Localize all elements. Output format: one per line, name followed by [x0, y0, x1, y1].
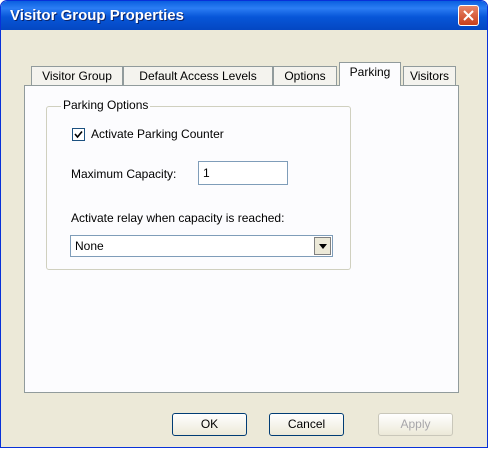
activate-parking-counter-label[interactable]: Activate Parking Counter	[91, 127, 224, 141]
tab-visitor-group[interactable]: Visitor Group	[31, 66, 123, 85]
maximum-capacity-input[interactable]: 1	[198, 161, 288, 185]
tab-visitors[interactable]: Visitors	[403, 66, 456, 85]
maximum-capacity-label: Maximum Capacity:	[71, 167, 177, 181]
title-bar[interactable]: Visitor Group Properties	[1, 1, 487, 30]
close-icon	[463, 10, 474, 21]
ok-button[interactable]: OK	[172, 413, 247, 436]
window-title: Visitor Group Properties	[10, 7, 184, 24]
relay-label: Activate relay when capacity is reached:	[71, 211, 285, 225]
dropdown-button[interactable]	[314, 237, 331, 255]
relay-select[interactable]: None	[70, 235, 333, 257]
cancel-button[interactable]: Cancel	[269, 413, 344, 436]
relay-selected-value: None	[75, 239, 104, 253]
group-title: Parking Options	[61, 98, 151, 112]
activate-parking-counter-checkbox[interactable]	[72, 128, 85, 141]
checkmark-icon	[74, 130, 83, 139]
tab-default-access-levels[interactable]: Default Access Levels	[123, 66, 273, 85]
close-button[interactable]	[458, 5, 479, 26]
chevron-down-icon	[319, 244, 327, 249]
tab-options[interactable]: Options	[273, 66, 337, 85]
apply-button[interactable]: Apply	[378, 413, 453, 436]
tab-parking[interactable]: Parking	[339, 62, 401, 86]
